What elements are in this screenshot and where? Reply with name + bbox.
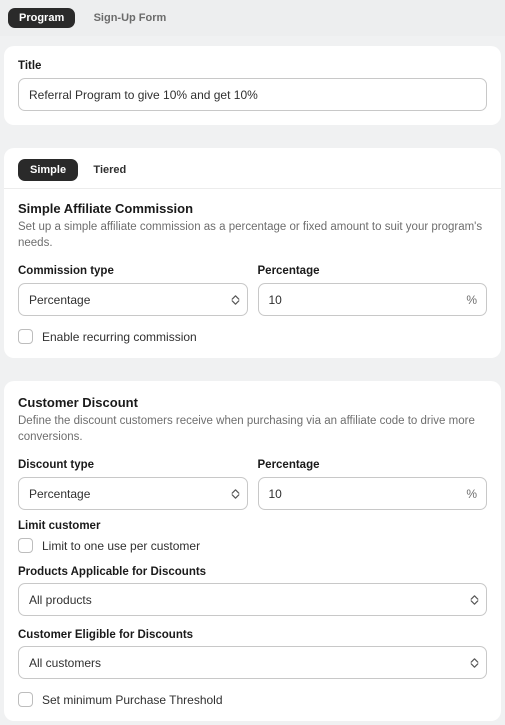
discount-subheading: Define the discount customers receive wh… xyxy=(18,414,487,445)
discount-type-label: Discount type xyxy=(18,459,248,471)
discount-row: Discount type Percentage Percentage % xyxy=(18,459,487,510)
segment-simple[interactable]: Simple xyxy=(18,159,78,181)
commission-percent-wrap: % xyxy=(258,283,488,316)
commission-card: Simple Tiered Simple Affiliate Commissio… xyxy=(4,148,501,358)
eligible-value: All customers xyxy=(29,656,101,670)
commission-subheading: Set up a simple affiliate commission as … xyxy=(18,220,487,251)
limit-one-use-label: Limit to one use per customer xyxy=(42,539,200,553)
page-root: Program Sign-Up Form Title Simple Tiered… xyxy=(0,0,505,721)
discount-percent-wrap: % xyxy=(258,477,488,510)
discount-percent-input[interactable] xyxy=(258,477,488,510)
commission-type-col: Commission type Percentage xyxy=(18,265,248,316)
discount-type-value: Percentage xyxy=(29,487,90,501)
eligible-select-wrap: All customers xyxy=(18,646,487,679)
discount-type-col: Discount type Percentage xyxy=(18,459,248,510)
discount-card: Customer Discount Define the discount cu… xyxy=(4,381,501,721)
products-applicable-label: Products Applicable for Discounts xyxy=(18,566,487,578)
products-value: All products xyxy=(29,593,92,607)
threshold-row: Set minimum Purchase Threshold xyxy=(18,692,487,707)
commission-type-segment: Simple Tiered xyxy=(18,162,487,176)
customer-eligible-label: Customer Eligible for Discounts xyxy=(18,629,487,641)
limit-one-use-row: Limit to one use per customer xyxy=(18,538,487,553)
eligible-select[interactable]: All customers xyxy=(18,646,487,679)
discount-type-select-wrap: Percentage xyxy=(18,477,248,510)
divider xyxy=(4,188,501,189)
limit-one-use-checkbox[interactable] xyxy=(18,538,33,553)
commission-type-value: Percentage xyxy=(29,293,90,307)
title-label: Title xyxy=(18,60,487,72)
threshold-label: Set minimum Purchase Threshold xyxy=(42,693,223,707)
segment-tiered[interactable]: Tiered xyxy=(81,159,138,181)
commission-row: Commission type Percentage Percentage % xyxy=(18,265,487,316)
discount-type-select[interactable]: Percentage xyxy=(18,477,248,510)
commission-type-label: Commission type xyxy=(18,265,248,277)
discount-percent-label: Percentage xyxy=(258,459,488,471)
top-tab-strip: Program Sign-Up Form xyxy=(0,0,505,36)
tab-signup-form[interactable]: Sign-Up Form xyxy=(83,8,178,28)
discount-percent-col: Percentage % xyxy=(258,459,488,510)
commission-percent-label: Percentage xyxy=(258,265,488,277)
tab-program[interactable]: Program xyxy=(8,8,75,28)
recurring-label: Enable recurring commission xyxy=(42,330,197,344)
commission-heading: Simple Affiliate Commission xyxy=(18,201,487,216)
products-select-wrap: All products xyxy=(18,583,487,616)
threshold-checkbox[interactable] xyxy=(18,692,33,707)
discount-heading: Customer Discount xyxy=(18,395,487,410)
title-input[interactable] xyxy=(18,78,487,111)
title-card: Title xyxy=(4,46,501,125)
limit-customer-label: Limit customer xyxy=(18,520,487,532)
commission-type-select-wrap: Percentage xyxy=(18,283,248,316)
recurring-row: Enable recurring commission xyxy=(18,329,487,344)
commission-type-select[interactable]: Percentage xyxy=(18,283,248,316)
recurring-checkbox[interactable] xyxy=(18,329,33,344)
products-select[interactable]: All products xyxy=(18,583,487,616)
commission-percent-input[interactable] xyxy=(258,283,488,316)
commission-percent-col: Percentage % xyxy=(258,265,488,316)
